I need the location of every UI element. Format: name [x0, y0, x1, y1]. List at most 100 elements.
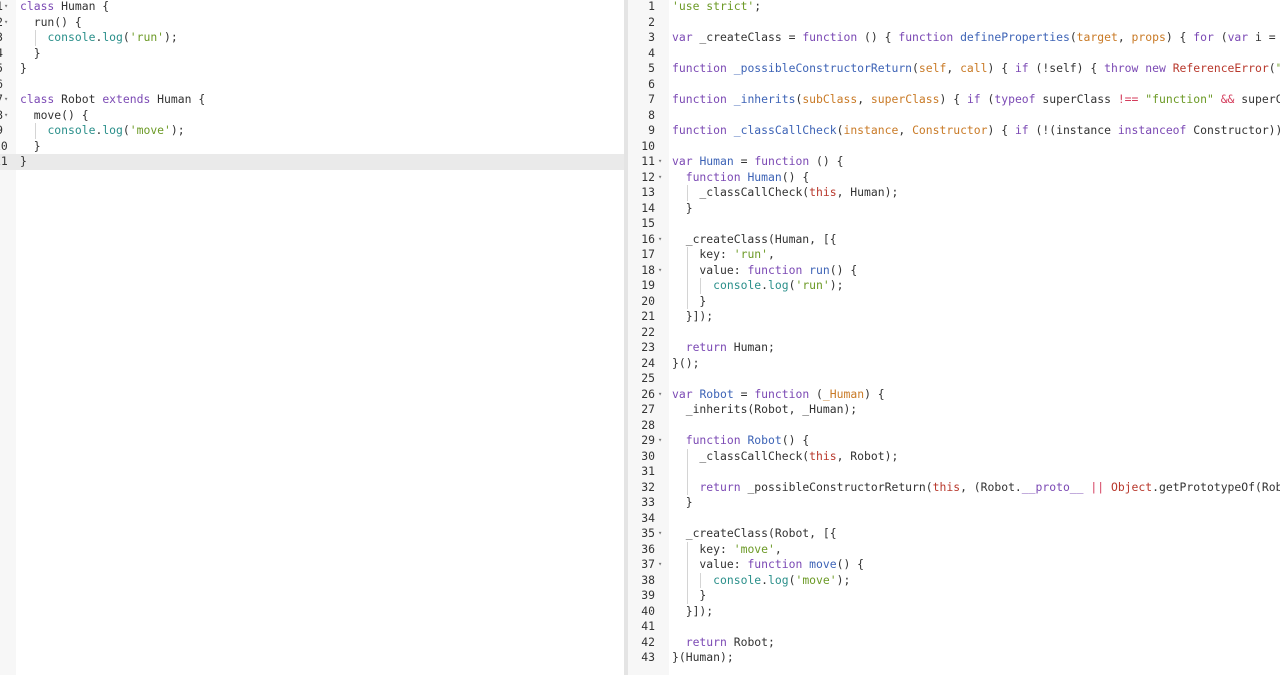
code-line[interactable]: 36 key: 'move', [628, 541, 1280, 558]
code-line[interactable]: 32 return _possibleConstructorReturn(thi… [628, 479, 1280, 495]
fold-arrow-icon[interactable]: ▾ [658, 170, 662, 186]
code-line[interactable]: 14 } [628, 201, 1280, 217]
code-text[interactable]: console.log('run'); [20, 30, 177, 46]
code-line[interactable]: 42 return Robot; [628, 635, 1280, 651]
code-text[interactable]: return Robot; [672, 635, 775, 651]
code-line[interactable]: 7 function _inherits(subClass, superClass… [628, 92, 1280, 108]
code-line[interactable]: 28 [628, 418, 1280, 434]
code-text[interactable]: console.log('run'); [672, 278, 843, 294]
code-text[interactable]: function _inherits (subClass, superClass)… [672, 92, 1280, 108]
code-line[interactable]: 10 [628, 139, 1280, 155]
code-text[interactable]: value: function run() { [672, 263, 857, 279]
code-line[interactable]: 4 } [0, 46, 624, 62]
code-line[interactable]: 27 _inherits(Robot, _Human); [628, 402, 1280, 418]
code-text[interactable]: run() { [20, 15, 82, 31]
code-line[interactable]: 19 console.log('run'); [628, 278, 1280, 294]
fold-arrow-icon[interactable]: ▾ [658, 232, 662, 248]
code-text[interactable]: } [672, 294, 706, 310]
code-line[interactable]: 2▾ run() { [0, 15, 624, 31]
code-line[interactable]: 1▾ class Human { [0, 0, 624, 15]
code-text[interactable]: _createClass(Robot, [{ [672, 526, 837, 542]
code-line[interactable]: 16 ▾ _createClass(Human, [{ [628, 232, 1280, 248]
fold-arrow-icon[interactable]: ▾ [658, 557, 662, 573]
code-line[interactable]: 24}(); [628, 356, 1280, 372]
code-line[interactable]: 34 [628, 511, 1280, 527]
code-text[interactable]: } [20, 154, 27, 170]
code-text[interactable]: _createClass(Human, [{ [672, 232, 837, 248]
fold-arrow-icon[interactable]: ▾ [658, 526, 662, 542]
fold-arrow-icon[interactable]: ▾ [4, 0, 8, 15]
code-text[interactable]: var _createClass = function () { functio… [672, 30, 1280, 46]
fold-arrow-icon[interactable]: ▾ [658, 263, 662, 279]
code-text[interactable]: key: 'move', [672, 542, 781, 558]
code-line[interactable]: 1 'use strict'; [628, 0, 1280, 15]
fold-arrow-icon[interactable]: ▾ [658, 154, 662, 170]
code-line[interactable]: 20 } [628, 293, 1280, 310]
code-text[interactable]: 'use strict'; [672, 0, 761, 15]
code-text[interactable]: function _classCallCheck(instance, Const… [672, 123, 1280, 139]
fold-arrow-icon[interactable]: ▾ [4, 92, 8, 108]
code-line[interactable]: 8 [628, 108, 1280, 124]
code-text[interactable]: _classCallCheck(this, Robot); [672, 449, 898, 465]
code-line[interactable]: 43}(Human); [628, 650, 1280, 666]
code-text[interactable]: move() { [20, 108, 89, 124]
code-line[interactable]: 3 var _createClass = function () { functi… [628, 30, 1280, 46]
code-text[interactable]: } [672, 201, 693, 217]
code-text[interactable]: console.log('move'); [20, 123, 184, 139]
fold-arrow-icon[interactable]: ▾ [658, 433, 662, 449]
code-line[interactable]: 17 key: 'run', [628, 247, 1280, 263]
code-line[interactable]: 11} [0, 154, 624, 170]
code-text[interactable]: _classCallCheck(this, Human); [672, 185, 898, 201]
code-line[interactable]: 22 [628, 325, 1280, 341]
code-text[interactable]: }]); [672, 309, 713, 325]
code-line[interactable]: 9 function _classCallCheck(instance, Cons… [628, 123, 1280, 139]
code-line[interactable]: 8▾ move() { [0, 108, 624, 124]
code-text[interactable]: }(); [672, 356, 699, 372]
code-line[interactable]: 35 ▾ _createClass(Robot, [{ [628, 526, 1280, 542]
code-text[interactable]: class Robot extends Human { [20, 92, 205, 108]
code-text[interactable]: var Robot = function (_Human) { [672, 387, 885, 403]
code-line[interactable]: 4 [628, 46, 1280, 62]
code-line[interactable]: 30 _classCallCheck(this, Robot); [628, 448, 1280, 465]
code-text[interactable]: } [20, 46, 41, 62]
code-text[interactable]: value: function move() { [672, 557, 864, 573]
code-text[interactable]: function Human() { [672, 170, 809, 186]
code-text[interactable]: console.log('move'); [672, 573, 850, 589]
code-line[interactable]: 7▾ class Robot extends Human { [0, 92, 624, 108]
code-text[interactable]: } [20, 139, 41, 155]
code-line[interactable]: 15 [628, 216, 1280, 232]
code-line[interactable]: 10 } [0, 139, 624, 155]
source-editor-lines[interactable]: 1▾class Human {2▾ run() {3 console.log('… [0, 0, 624, 170]
code-line[interactable]: 33 } [628, 495, 1280, 511]
code-text[interactable]: _inherits(Robot, _Human); [672, 402, 857, 418]
code-text[interactable]: }(Human); [672, 650, 734, 666]
code-line[interactable]: 6 [628, 77, 1280, 93]
code-line[interactable]: 11 ▾ var Human = function () { [628, 154, 1280, 170]
code-text[interactable]: } [672, 588, 706, 604]
code-line[interactable]: 12 ▾ function Human() { [628, 170, 1280, 186]
code-line[interactable]: 5 function _possibleConstructorReturn(sel… [628, 61, 1280, 77]
code-line[interactable]: 5} [0, 61, 624, 77]
code-line[interactable]: 21 }]); [628, 309, 1280, 325]
code-text[interactable]: } [20, 61, 27, 77]
code-line[interactable]: 25 [628, 371, 1280, 387]
fold-arrow-icon[interactable]: ▾ [658, 387, 662, 403]
code-text[interactable]: class Human { [20, 0, 109, 15]
code-line[interactable]: 9 console.log('move'); [0, 123, 624, 139]
code-text[interactable]: function Robot() { [672, 433, 809, 449]
code-line[interactable]: 2 [628, 15, 1280, 31]
code-line[interactable]: 23 return Human; [628, 340, 1280, 356]
code-line[interactable]: 3 console.log('run'); [0, 30, 624, 46]
source-editor-pane[interactable]: 1▾class Human {2▾ run() {3 console.log('… [0, 0, 624, 675]
code-line[interactable]: 37 ▾ value: function move() { [628, 557, 1280, 573]
code-text[interactable]: } [672, 495, 693, 511]
code-text[interactable]: var Human = function () { [672, 154, 843, 170]
code-line[interactable]: 41 [628, 619, 1280, 635]
code-line[interactable]: 39 } [628, 588, 1280, 604]
code-line[interactable]: 13 _classCallCheck(this, Human); [628, 185, 1280, 201]
code-line[interactable]: 38 console.log('move'); [628, 572, 1280, 589]
compiled-output-pane[interactable]: 1 'use strict'; 2 3 var _createClass = funct… [628, 0, 1280, 675]
code-text[interactable]: function _possibleConstructorReturn(self… [672, 61, 1280, 77]
fold-arrow-icon[interactable]: ▾ [4, 108, 8, 124]
code-line[interactable]: 31 [628, 464, 1280, 480]
